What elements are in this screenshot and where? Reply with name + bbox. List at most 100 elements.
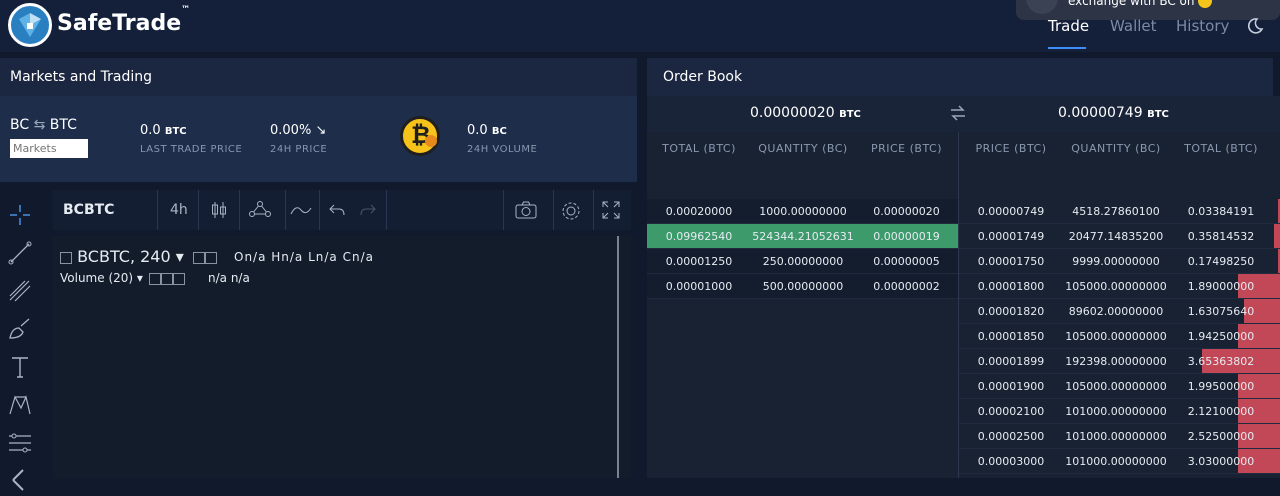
nav-trade[interactable]: Trade: [1048, 17, 1089, 35]
ask-price: 0.00002100: [977, 405, 1045, 418]
market-pair[interactable]: BC ⇆ BTC: [10, 117, 77, 133]
brush-icon[interactable]: [7, 316, 33, 342]
ask-price: 0.00001750: [977, 255, 1045, 268]
nav-wallet[interactable]: Wallet: [1110, 17, 1157, 35]
ask-total: 2.12100000: [1187, 405, 1255, 418]
markets-panel-header: Markets and Trading: [0, 58, 637, 96]
redo-icon[interactable]: [359, 200, 377, 224]
ask-col-quantity: QUANTITY (BC): [1071, 142, 1161, 155]
bid-quantity: 1000.00000000: [759, 205, 847, 218]
camera-icon[interactable]: [514, 200, 538, 224]
bid-row[interactable]: 0.00020000 1000.00000000 0.00000020: [647, 199, 958, 224]
ask-total: 1.63075640: [1187, 305, 1255, 318]
ask-price: 0.00001900: [977, 380, 1045, 393]
eye-icon: [149, 272, 161, 285]
price-24h-label: 24H PRICE: [270, 144, 328, 155]
ask-quantity: 105000.00000000: [1065, 280, 1167, 293]
ask-row[interactable]: 0.00003000 101000.00000000 3.03000000: [959, 449, 1280, 474]
indicators-icon[interactable]: [247, 200, 273, 224]
bid-total: 0.00001000: [665, 280, 733, 293]
last-trade-price-label: LAST TRADE PRICE: [140, 144, 243, 155]
ask-quantity: 101000.00000000: [1065, 430, 1167, 443]
compare-icon[interactable]: [289, 200, 313, 224]
bid-price: 0.00000019: [873, 230, 940, 243]
chevron-down-icon: ▾: [175, 247, 184, 266]
gear-icon[interactable]: [560, 200, 582, 226]
ask-quantity: 89602.00000000: [1068, 305, 1164, 318]
bid-row[interactable]: 0.00001250 250.00000000 0.00000005: [647, 249, 958, 274]
ask-quantity: 105000.00000000: [1065, 380, 1167, 393]
legend-buttons[interactable]: [193, 250, 217, 264]
bid-col-price: PRICE (BTC): [870, 142, 943, 155]
ask-row[interactable]: 0.00002100 101000.00000000 2.12100000: [959, 399, 1280, 424]
parallel-channel-icon[interactable]: [7, 278, 33, 304]
fullscreen-icon[interactable]: [601, 200, 621, 224]
ask-row[interactable]: 0.00001749 20477.14835200 0.35814532: [959, 224, 1280, 249]
more-tools-icon[interactable]: [7, 466, 33, 492]
ask-price: 0.00001749: [977, 230, 1045, 243]
orderbook-title: Order Book: [663, 69, 743, 85]
swap-icon: ⇆: [33, 117, 46, 133]
bid-row[interactable]: 0.00001000 500.00000000 0.00000002: [647, 274, 958, 299]
bitcoin-cash-icon: ₿: [400, 116, 440, 156]
fib-retracement-icon[interactable]: [7, 430, 33, 456]
bid-row[interactable]: 0.09962540 524344.21052631 0.00000019: [647, 224, 958, 249]
last-trade-price-value: 0.0 BTC: [140, 123, 187, 138]
ask-row[interactable]: 0.00001900 105000.00000000 1.99500000: [959, 374, 1280, 399]
ask-quantity: 101000.00000000: [1065, 455, 1167, 468]
close-icon: [173, 272, 185, 285]
ohlc-values: On/a Hn/a Ln/a Cn/a: [234, 250, 374, 264]
moon-icon[interactable]: [1246, 17, 1264, 39]
ask-row[interactable]: 0.00001899 192398.00000000 3.65363802: [959, 349, 1280, 374]
candlestick-icon[interactable]: [209, 200, 229, 224]
chevron-down-icon: ▾: [136, 271, 143, 285]
text-tool-icon[interactable]: [7, 354, 33, 380]
markets-search-input[interactable]: [10, 139, 88, 158]
swap-arrows-icon[interactable]: [949, 105, 967, 125]
ask-row[interactable]: 0.00001820 89602.00000000 1.63075640: [959, 299, 1280, 324]
chart-interval[interactable]: 4h: [170, 202, 188, 218]
volume-24h-value: 0.0 BC: [467, 123, 507, 138]
brand-name[interactable]: SafeTrade™: [57, 5, 190, 36]
ask-price: 0.00003000: [977, 455, 1045, 468]
ask-row[interactable]: 0.00001750 9999.00000000 0.17498250: [959, 249, 1280, 274]
orderbook: 0.00000020 BTC 0.00000749 BTC TOTAL (BTC…: [647, 96, 1280, 478]
ask-row[interactable]: 0.00000749 4518.27860100 0.03384191: [959, 199, 1280, 224]
volume-legend-buttons[interactable]: [149, 271, 185, 285]
bids-table: TOTAL (BTC) QUANTITY (BC) PRICE (BTC) 0.…: [647, 132, 958, 478]
ask-row[interactable]: 0.00002500 101000.00000000 2.52500000: [959, 424, 1280, 449]
trend-down-icon: ↘: [315, 123, 327, 138]
bid-price: 0.00000020: [873, 205, 940, 218]
volume-24h-label: 24H VOLUME: [467, 144, 538, 155]
ask-total: 0.17498250: [1187, 255, 1255, 268]
ask-total: 3.03000000: [1187, 455, 1255, 468]
ask-price: 0.00001899: [977, 355, 1045, 368]
logo-icon[interactable]: [8, 3, 52, 47]
volume-values: n/a n/a: [208, 271, 250, 285]
ask-row[interactable]: 0.00001850 105000.00000000 1.94250000: [959, 324, 1280, 349]
best-bid-price: 0.00000020 BTC: [750, 105, 861, 121]
ask-total: 0.35814532: [1187, 230, 1255, 243]
ask-total: 0.03384191: [1187, 205, 1255, 218]
trend-line-icon[interactable]: [7, 240, 33, 266]
asks-table: PRICE (BTC) QUANTITY (BC) TOTAL (BTC) 0.…: [959, 132, 1280, 478]
ask-total: 1.94250000: [1187, 330, 1255, 343]
chart-legend-title[interactable]: BCBTC, 240 ▾: [60, 247, 184, 266]
ask-total: 1.89000000: [1187, 280, 1255, 293]
nav-history[interactable]: History: [1176, 17, 1229, 35]
ask-price: 0.00001850: [977, 330, 1045, 343]
eye-icon: [193, 251, 205, 264]
undo-icon[interactable]: [328, 200, 346, 224]
ask-quantity: 101000.00000000: [1065, 405, 1167, 418]
chart-symbol[interactable]: BCBTC: [63, 202, 114, 218]
volume-legend[interactable]: Volume (20) ▾: [60, 271, 143, 285]
bid-total: 0.00001250: [665, 255, 733, 268]
bid-price: 0.00000002: [873, 280, 940, 293]
ask-quantity: 20477.14835200: [1068, 230, 1164, 243]
price-axis-border: [617, 236, 619, 478]
ask-price: 0.00001800: [977, 280, 1045, 293]
pattern-icon[interactable]: [7, 392, 33, 418]
settings-icon: [205, 251, 217, 264]
crosshair-icon[interactable]: [7, 202, 33, 228]
ask-row[interactable]: 0.00001800 105000.00000000 1.89000000: [959, 274, 1280, 299]
